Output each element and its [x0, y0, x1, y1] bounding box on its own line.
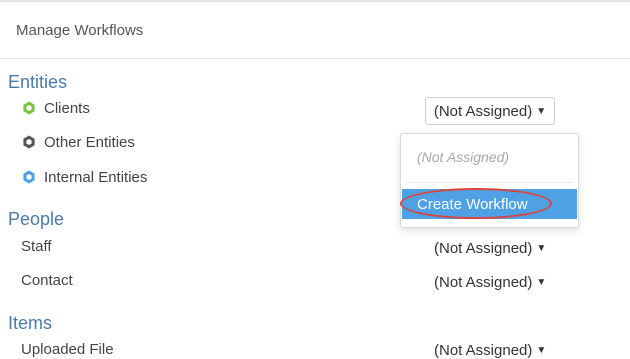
contact-select-value: (Not Assigned) — [434, 274, 533, 291]
green-hexagon-icon — [23, 101, 35, 115]
page-title: Manage Workflows — [16, 22, 144, 39]
items-label-uploaded-file: Uploaded File — [21, 341, 114, 358]
section-heading-entities: Entities — [8, 72, 68, 92]
chevron-down-icon: ▼ — [536, 345, 547, 356]
entity-label-other-entities: Other Entities — [44, 134, 135, 151]
workflow-dropdown-menu: (Not Assigned) Create Workflow — [400, 133, 579, 228]
dropdown-divider — [406, 182, 573, 183]
contact-workflow-select[interactable]: (Not Assigned) ▼ — [434, 274, 546, 291]
people-label-contact: Contact — [21, 272, 73, 289]
dropdown-option-not-assigned[interactable]: (Not Assigned) — [417, 149, 509, 165]
staff-workflow-select[interactable]: (Not Assigned) ▼ — [434, 240, 546, 257]
clients-select-value: (Not Assigned) — [433, 102, 533, 120]
chevron-down-icon: ▼ — [536, 243, 547, 254]
people-label-staff: Staff — [21, 238, 52, 255]
uploaded-file-workflow-select[interactable]: (Not Assigned) ▼ — [434, 342, 546, 359]
dark-hexagon-icon — [23, 135, 35, 149]
chevron-down-icon: ▼ — [536, 277, 547, 288]
blue-hexagon-icon — [23, 170, 35, 184]
dropdown-option-create-workflow[interactable]: Create Workflow — [402, 189, 577, 219]
entity-label-internal-entities: Internal Entities — [44, 169, 148, 186]
page-header: Manage Workflows — [0, 2, 630, 59]
uploaded-file-select-value: (Not Assigned) — [434, 342, 533, 359]
section-heading-people: People — [8, 209, 65, 229]
clients-workflow-select[interactable]: (Not Assigned) ▼ — [425, 97, 555, 125]
chevron-down-icon: ▼ — [536, 105, 547, 117]
section-heading-items: Items — [8, 313, 53, 333]
entity-label-clients: Clients — [44, 100, 90, 117]
staff-select-value: (Not Assigned) — [434, 240, 533, 257]
